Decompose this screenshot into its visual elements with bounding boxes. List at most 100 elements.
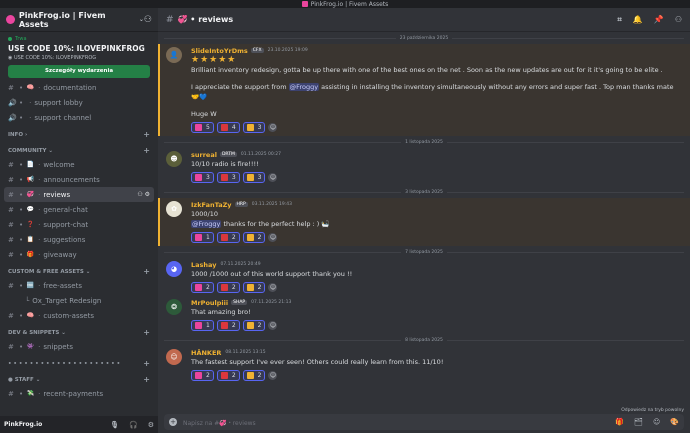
threads-icon[interactable]: ⌗ [617,15,622,25]
reaction-button[interactable]: 1 [191,320,214,331]
gift-icon[interactable]: 🎁 [615,418,624,426]
message[interactable]: ☺ HÄNKER 08.11.2025 13:15 The fastest suppo… [158,346,690,384]
author-name[interactable]: MrPoulpiii [191,299,228,307]
avatar[interactable]: ☻ [166,151,182,167]
gif-icon[interactable]: 🗂 [634,418,643,426]
channel-custom-assets[interactable]: # • 🧠 · custom-assets [0,308,158,323]
category-info[interactable]: INFO › + [0,128,158,141]
server-tag-badge[interactable]: SHAP [231,300,248,305]
add-reaction-icon[interactable]: ☺ [268,233,278,242]
category-dev-snippets[interactable]: DEV & SNIPPETS ⌄ + [0,326,158,339]
channel-suggestions[interactable]: # • 📋 · suggestions [0,232,158,247]
reaction-button[interactable]: 1 [191,232,214,243]
channel-snippets[interactable]: # • 👾 · snippets [0,339,158,354]
reaction-button[interactable]: 2 [216,282,240,293]
reaction-button[interactable]: 3 [242,122,266,133]
author-name[interactable]: surreal [191,151,217,159]
attach-plus-icon[interactable]: + [169,418,177,426]
add-channel-icon[interactable]: + [143,328,150,337]
channel-support-channel[interactable]: 🔊 • · support channel [0,110,158,125]
message-composer[interactable]: + Napisz na #💞・reviews 🎁 🗂 ☺ 🎨 [164,414,684,430]
reaction-button[interactable]: 2 [191,282,214,293]
reaction-button[interactable]: 2 [242,370,266,381]
reaction-button[interactable]: 5 [191,122,214,133]
author-name[interactable]: IzkFanTaZy [191,201,232,209]
invite-people-icon[interactable]: ⚇ [144,15,152,25]
author-name[interactable]: HÄNKER [191,349,221,357]
user-mention[interactable]: @Froggy [191,220,222,228]
add-reaction-icon[interactable]: ☺ [268,283,278,292]
reaction-button[interactable]: 2 [216,320,240,331]
channel-ox-target-redesign[interactable]: └ Ox_Target Redesign [0,293,158,308]
add-reaction-icon[interactable]: ☺ [268,173,278,182]
add-channel-icon[interactable]: + [143,375,150,384]
server-tag-badge[interactable]: CFX [250,48,264,53]
reaction-button[interactable]: 2 [242,232,266,243]
channel-support-lobby[interactable]: 🔊 • · support lobby [0,95,158,110]
reaction-button[interactable]: 2 [216,370,240,381]
category-custom-free-assets[interactable]: CUSTOM & FREE ASSETS ⌄ + [0,265,158,278]
server-tag-badge[interactable]: HRP [234,202,248,207]
message[interactable]: ☻ surreal DRTM 01.11.2025 00:27 10/10 radio … [158,148,690,186]
avatar[interactable]: ◕ [166,261,182,277]
user-mention[interactable]: @Froggy [288,83,320,91]
reaction-button[interactable]: 4 [216,122,240,133]
channel-recent-payments[interactable]: # • 💸 · recent-payments [0,386,158,401]
category-separator[interactable]: • • • • • • • • • • • • • • • • • • • • … [0,357,158,370]
channel-label: reviews [43,190,71,199]
microphone-icon[interactable]: 🎙 [110,421,119,429]
channel-reviews[interactable]: # • 💞 · reviews ⚇ ⚙ [4,187,154,202]
channel-announcements[interactable]: # • 📢 · announcements [0,172,158,187]
channel-documentation[interactable]: # • 🧠 · documentation [0,80,158,95]
add-reaction-icon[interactable]: ☺ [268,321,278,330]
channel-support-chat[interactable]: # • ❓ · support-chat [0,217,158,232]
emoji-icon[interactable]: ☺ [653,418,660,426]
user-name[interactable]: PinkFrog.io [4,421,42,428]
channel-welcome[interactable]: # • 📄 · welcome [0,157,158,172]
pinned-icon[interactable]: 📌 [654,15,664,25]
settings-gear-icon[interactable]: ⚙ [148,421,154,429]
channel-settings-icons[interactable]: ⚇ ⚙ [137,191,150,198]
add-channel-icon[interactable]: + [143,146,150,155]
add-channel-icon[interactable]: + [143,130,150,139]
channel-general-chat[interactable]: # • 💬 · general-chat [0,202,158,217]
avatar[interactable]: 👤 [166,47,182,63]
headset-icon[interactable]: 🎧 [129,421,138,429]
message-list[interactable]: 23 października 2025 👤 SlideIntoYrDms CFX 23… [158,32,690,414]
server-tag-badge[interactable]: DRTM [219,152,237,157]
reaction-button[interactable]: 2 [242,320,266,331]
channel-free-assets[interactable]: # • 🆓 · free-assets [0,278,158,293]
add-channel-icon[interactable]: + [143,267,150,276]
reaction-button[interactable]: 2 [216,232,240,243]
channel-giveaway[interactable]: # • 🎁 · giveaway [0,247,158,262]
notification-bell-icon[interactable]: 🔔 [633,15,643,25]
message[interactable]: 👤 SlideIntoYrDms CFX 23.10.2025 19:09 ★★★★★ B… [158,44,690,136]
reaction-button[interactable]: 2 [242,282,266,293]
composer-placeholder[interactable]: Napisz na #💞・reviews [183,418,256,427]
avatar[interactable]: ❂ [166,299,182,315]
category-staff[interactable]: ● STAFF ⌄ + [0,373,158,386]
author-name[interactable]: SlideIntoYrDms [191,47,248,55]
member-list-icon[interactable]: ⚇ [675,15,682,25]
add-reaction-icon[interactable]: ☺ [268,371,278,380]
message[interactable]: ◕ Lashay 07.11.2025 20:49 1000 /1000 out of… [158,258,690,296]
sticker-icon[interactable]: 🎨 [670,418,679,426]
event-details-button[interactable]: Szczegóły wydarzenia [8,65,150,78]
reaction-button[interactable]: 3 [242,172,266,183]
add-channel-icon[interactable]: + [143,359,150,368]
avatar[interactable]: ✿ [166,201,182,217]
reaction-button[interactable]: 2 [191,370,214,381]
message-meta: Lashay 07.11.2025 20:49 [191,260,680,269]
timestamp: 01.11.2025 00:27 [240,152,282,157]
message[interactable]: ✿ IzkFanTaZy HRP 03.11.2025 19:43 1000/10 @Fr… [158,198,690,246]
add-reaction-icon[interactable]: ☺ [268,123,278,132]
channel-label: free-assets [43,281,82,290]
author-name[interactable]: Lashay [191,261,216,269]
server-header[interactable]: PinkFrog.io | Fivem Assets ⌄ ⚇ [0,8,158,32]
category-community[interactable]: COMMUNITY ⌄ + [0,144,158,157]
timestamp: 08.11.2025 13:15 [225,350,266,355]
reaction-button[interactable]: 3 [216,172,240,183]
message[interactable]: ❂ MrPoulpiii SHAP 07.11.2025 21:13 That amaz… [158,296,690,334]
avatar[interactable]: ☺ [166,349,182,365]
reaction-button[interactable]: 3 [191,172,214,183]
